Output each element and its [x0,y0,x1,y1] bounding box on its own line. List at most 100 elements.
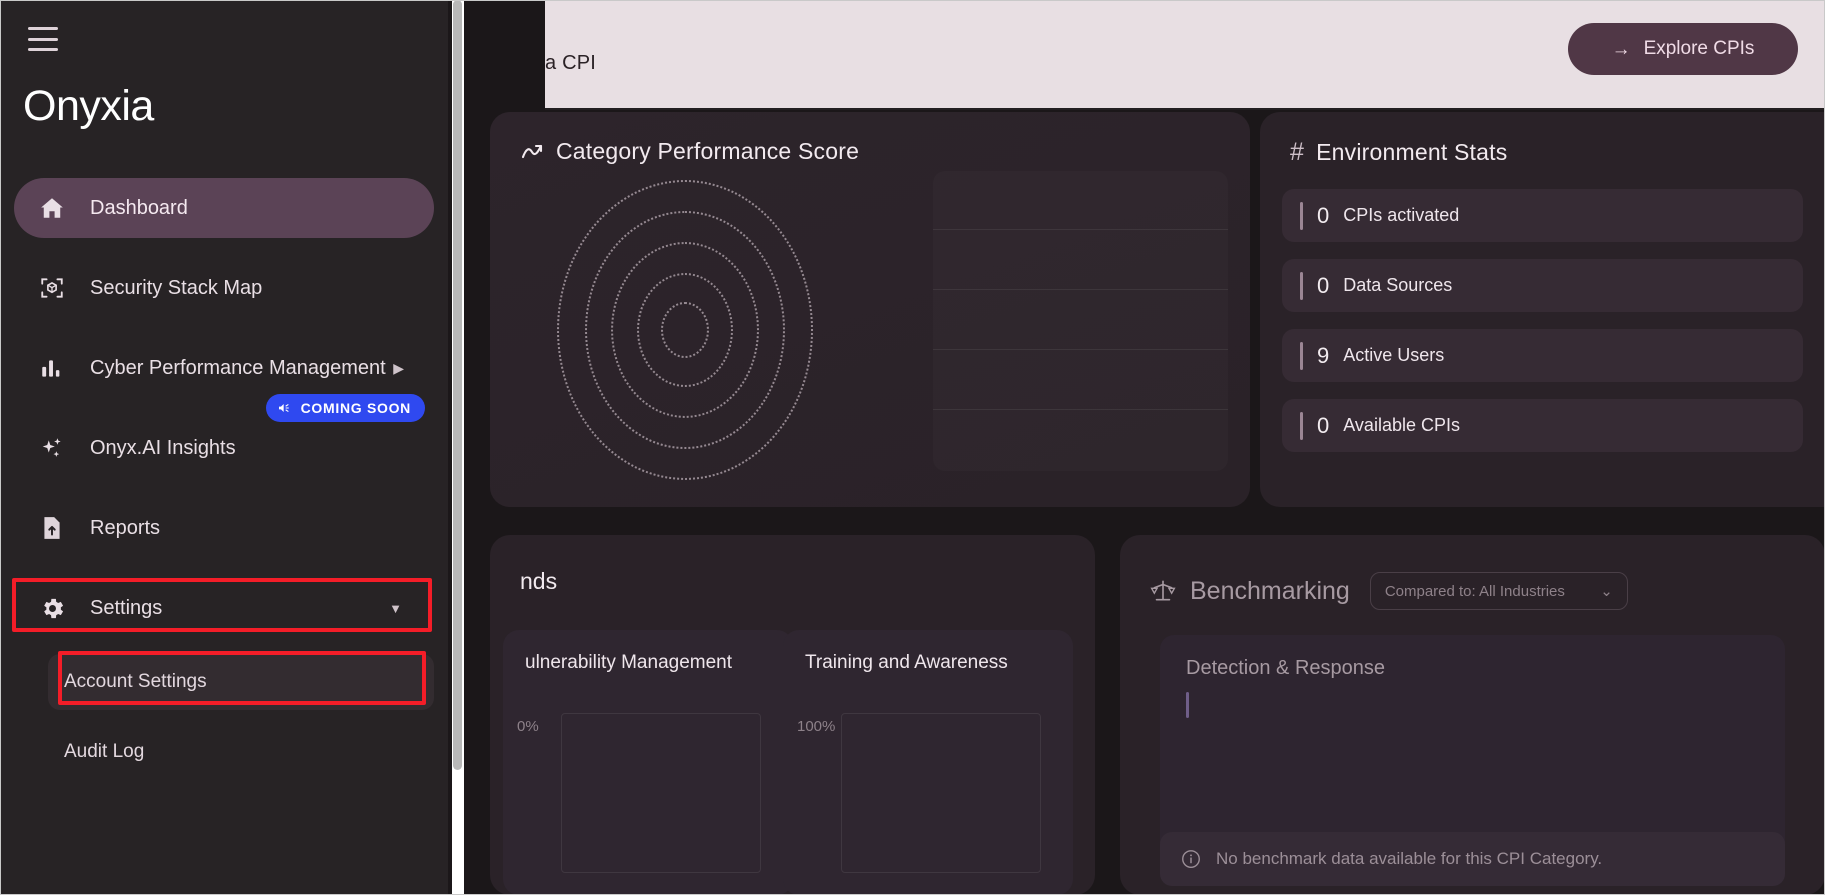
environment-stats-title: Environment Stats [1316,139,1508,165]
category-performance-title-row: Category Performance Score [490,112,1250,165]
trends-card: nds ulnerability Management 0% Training … [490,535,1095,895]
sidebar-nav: Dashboard Security Stack Map Cyber Perfo… [0,178,448,780]
benchmark-empty-message: No benchmark data available for this CPI… [1160,831,1785,886]
brand-logo: Onyxia [23,82,154,131]
chevron-right-icon: ▶ [393,359,404,376]
sidebar-subitem-label: Audit Log [64,741,145,762]
dashboard-content: Category Performance Score # Environment… [490,112,1825,895]
trend-mini-card: Training and Awareness 100% [783,630,1073,895]
hamburger-menu-icon[interactable] [28,27,58,51]
trend-chart-icon [521,144,543,158]
coming-soon-badge: COMING SOON [265,394,425,422]
stat-row[interactable]: 0 CPIs activated [1282,189,1803,242]
stat-accent-bar [1300,411,1303,440]
explore-cpis-label: Explore CPIs [1643,38,1755,59]
sparkles-icon [38,434,66,462]
sidebar-item-label: Reports [90,516,161,539]
environment-stats-card: # Environment Stats 0 CPIs activated 0 D… [1260,112,1825,507]
sidebar-subitem-account-settings[interactable]: Account Settings [48,654,434,710]
benchmark-comparison-value: Compared to: All Industries [1384,582,1565,600]
benchmark-comparison-select[interactable]: Compared to: All Industries ⌄ [1369,572,1628,610]
stat-row[interactable]: 0 Available CPIs [1282,399,1803,452]
sidebar-item-label: Security Stack Map [90,276,263,299]
environment-stats-title-row: # Environment Stats [1260,112,1825,167]
stat-value: 0 [1317,412,1330,438]
sidebar-item-label: Dashboard [90,196,188,219]
app-window: a CPI → Explore CPIs Category Performanc… [0,0,1825,895]
sidebar-item-onyx-ai-insights[interactable]: Onyx.AI Insights COMING SOON [14,394,434,478]
trend-axis-label: 0% [517,718,539,735]
benchmark-detail-panel: Detection & Response No benchmark data a… [1160,635,1785,886]
sidebar-item-label: Settings [90,596,163,619]
hash-icon: # [1290,138,1305,166]
sidebar-subitem-label: Account Settings [64,671,207,692]
coming-soon-label: COMING SOON [300,400,411,416]
info-icon [1182,849,1200,868]
banner-text: a CPI [545,52,597,74]
legend-divider [933,409,1228,410]
brand-name: Onyxia [23,82,154,130]
stat-value: 0 [1317,202,1330,228]
benchmarking-card: Benchmarking Compared to: All Industries… [1120,535,1825,895]
sidebar-item-label: Cyber Performance Management [90,356,386,379]
trend-plot-area [561,713,761,873]
sidebar-scrollbar-thumb[interactable] [453,0,462,770]
environment-stats-list: 0 CPIs activated 0 Data Sources 9 Active… [1260,167,1825,452]
sidebar-subitem-audit-log[interactable]: Audit Log [48,724,434,780]
top-banner: a CPI → Explore CPIs [545,0,1825,110]
legend-panel [933,171,1228,471]
category-performance-body [490,165,1250,480]
radar-chart-placeholder [520,175,850,485]
benchmarking-header: Benchmarking Compared to: All Industries… [1120,535,1825,610]
home-icon [38,194,66,222]
chevron-down-icon: ▼ [389,600,402,616]
trend-mini-card: ulnerability Management 0% [503,630,793,895]
megaphone-icon [278,404,289,412]
stat-label: CPIs activated [1343,205,1460,225]
sidebar-item-settings[interactable]: Settings ▼ [14,578,434,638]
gear-icon [38,594,66,622]
legend-divider [933,229,1228,230]
cube-scan-icon [38,274,66,302]
arrow-right-icon: → [1611,38,1631,60]
stat-label: Active Users [1343,345,1445,365]
category-performance-title: Category Performance Score [556,138,860,164]
sidebar-item-cyber-performance-management[interactable]: Cyber Performance Management ▶ [14,338,434,398]
sidebar-item-reports[interactable]: Reports [14,498,434,558]
stat-accent-bar [1300,201,1303,230]
benchmark-category-label: Detection & Response [1186,657,1386,679]
legend-divider [933,349,1228,350]
benchmark-accent-bar [1186,692,1189,718]
sidebar-item-dashboard[interactable]: Dashboard [14,178,434,238]
stat-accent-bar [1300,341,1303,370]
trend-mini-title: Training and Awareness [805,652,1008,673]
sidebar-item-security-stack-map[interactable]: Security Stack Map [14,258,434,318]
legend-divider [933,289,1228,290]
hamburger-bar [28,37,58,41]
trend-plot-area [841,713,1041,873]
chevron-down-icon: ⌄ [1600,583,1613,600]
bar-chart-icon [38,354,66,382]
explore-cpis-button[interactable]: → Explore CPIs [1568,23,1798,75]
trends-title: nds [520,568,558,594]
benchmark-empty-text: No benchmark data available for this CPI… [1216,848,1603,868]
stat-row[interactable]: 9 Active Users [1282,329,1803,382]
sidebar: Onyxia Dashboard Security Stack Map Cybe… [0,0,448,895]
stat-row[interactable]: 0 Data Sources [1282,259,1803,312]
hamburger-bar [28,48,58,51]
trend-axis-label: 100% [797,718,836,735]
report-upload-icon [38,514,66,542]
trend-mini-title: ulnerability Management [525,652,733,673]
category-performance-card: Category Performance Score [490,112,1250,507]
stat-value: 0 [1317,272,1330,298]
radar-ring-1 [661,302,709,358]
hamburger-bar [28,27,58,30]
stat-label: Data Sources [1343,275,1453,295]
stat-value: 9 [1317,342,1330,368]
